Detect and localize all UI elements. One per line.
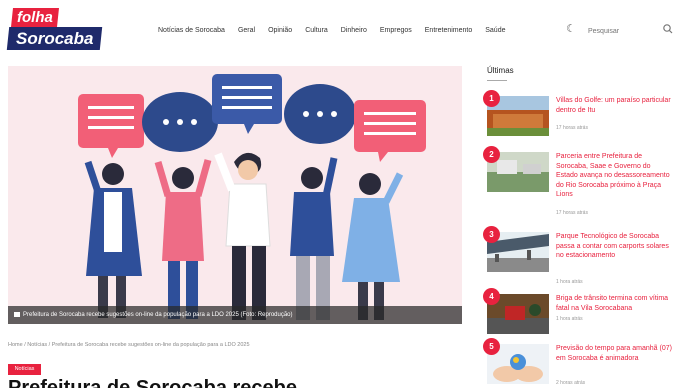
latest-title[interactable]: Villas do Golfe: um paraíso particular d… xyxy=(556,96,674,115)
latest-item[interactable]: 2 Parceria entre Prefeitura de Sorocaba,… xyxy=(483,146,674,216)
site-logo[interactable]: folha Sorocaba xyxy=(6,8,126,50)
nav-item-empregos[interactable]: Empregos xyxy=(380,24,412,38)
camera-icon xyxy=(14,311,20,317)
rank-badge: 3 xyxy=(483,226,500,243)
image-caption-text: Prefeitura de Sorocaba recebe sugestões … xyxy=(23,312,293,318)
latest-time: 1 hora atrás xyxy=(556,279,583,285)
latest-time: 1 hora atrás xyxy=(556,316,583,322)
latest-time: 17 horas atrás xyxy=(556,210,588,216)
speech-bubble-4 xyxy=(284,84,356,144)
latest-title[interactable]: Briga de trânsito termina com vítima fat… xyxy=(556,294,674,313)
nav-item-saude[interactable]: Saúde xyxy=(485,24,505,38)
breadcrumb[interactable]: Home / Notícias / Prefeitura de Sorocaba… xyxy=(8,342,250,348)
rank-badge: 5 xyxy=(483,338,500,355)
sidebar-title-underline xyxy=(487,80,507,81)
latest-time: 2 horas atrás xyxy=(556,380,586,386)
latest-time: 17 horas atrás xyxy=(556,125,588,131)
main-nav: Notícias de Sorocaba Geral Opinião Cultu… xyxy=(158,24,519,38)
people-speech-bubbles-illustration xyxy=(8,66,462,324)
latest-item[interactable]: 5 Previsão do tempo para amanhã (07) em … xyxy=(483,338,673,388)
category-badge[interactable]: Notícias xyxy=(8,364,41,375)
nav-item-opiniao[interactable]: Opinião xyxy=(268,24,292,38)
nav-item-geral[interactable]: Geral xyxy=(238,24,255,38)
logo-line1: folha xyxy=(17,9,53,26)
article-headline: Prefeitura de Sorocaba recebe xyxy=(8,377,298,388)
theme-toggle-icon[interactable]: ☾ xyxy=(564,22,578,36)
rank-badge: 4 xyxy=(483,288,500,305)
nav-item-cultura[interactable]: Cultura xyxy=(305,24,328,38)
image-caption: Prefeitura de Sorocaba recebe sugestões … xyxy=(8,306,462,324)
latest-title[interactable]: Parque Tecnológico de Sorocaba passa a c… xyxy=(556,232,674,261)
search-input[interactable] xyxy=(588,24,660,38)
latest-title[interactable]: Previsão do tempo para amanhã (07) em So… xyxy=(556,344,674,363)
latest-item[interactable]: 1 Villas do Golfe: um paraíso particular… xyxy=(483,90,673,150)
featured-image[interactable]: Prefeitura de Sorocaba recebe sugestões … xyxy=(8,66,462,324)
sidebar-title: Últimas xyxy=(487,66,514,75)
rank-badge: 2 xyxy=(483,146,500,163)
speech-bubble-2 xyxy=(142,92,218,152)
nav-item-entretenimento[interactable]: Entretenimento xyxy=(425,24,472,38)
nav-item-noticias[interactable]: Notícias de Sorocaba xyxy=(158,24,225,38)
search-icon[interactable] xyxy=(662,22,674,36)
latest-item[interactable]: 3 Parque Tecnológico de Sorocaba passa a… xyxy=(483,226,673,286)
site-header: folha Sorocaba Notícias de Sorocaba Gera… xyxy=(0,0,675,62)
logo-line2: Sorocaba xyxy=(16,29,94,48)
latest-title[interactable]: Parceria entre Prefeitura de Sorocaba, S… xyxy=(556,152,674,200)
nav-item-dinheiro[interactable]: Dinheiro xyxy=(341,24,367,38)
rank-badge: 1 xyxy=(483,90,500,107)
